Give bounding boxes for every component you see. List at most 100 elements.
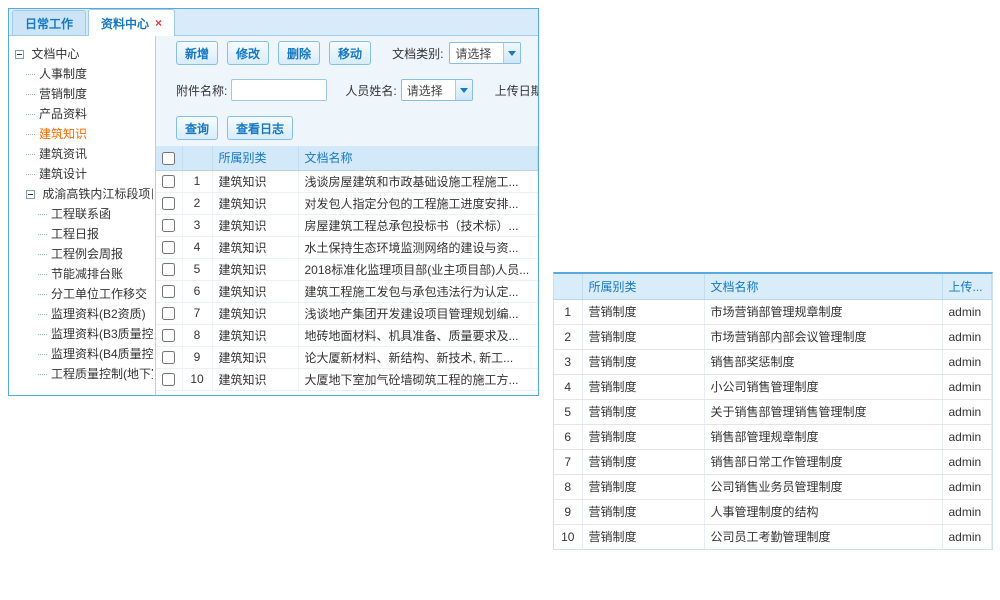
header-uploader: 上传... [942,274,992,299]
filter-row: 附件名称: 人员姓名: 请选择 上传日期 [176,79,538,101]
attachment-name-label: 附件名称: [176,82,227,99]
tree-dash [26,174,35,175]
header-index [182,146,212,170]
toolbar: 新增 修改 删除 移动 文档类别: 请选择 文档 [176,41,538,65]
document-center-window: 日常工作 资料中心 × 文档中心 人事制度 营销制度 产品资料 建筑知识 建筑资… [8,8,539,396]
tree-dash [26,114,35,115]
row-checkbox[interactable] [162,329,175,342]
table-row[interactable]: 4 建筑知识 水土保持生态环境监测网络的建设与资... [156,236,538,258]
tree-item-supervision-b2[interactable]: 监理资料(B2资质) [13,304,153,324]
table-row[interactable]: 10 营销制度 公司员工考勤管理制度 admin [554,524,992,549]
view-log-button[interactable]: 查看日志 [227,116,293,140]
table-row[interactable]: 7 营销制度 销售部日常工作管理制度 admin [554,449,992,474]
tree-item-building-design[interactable]: 建筑设计 [13,164,153,184]
tree-dash [38,294,47,295]
action-row: 查询 查看日志 [176,116,538,140]
row-checkbox[interactable] [162,351,175,364]
tree-item-building-knowledge[interactable]: 建筑知识 [13,124,153,144]
tab-data-center[interactable]: 资料中心 × [88,9,175,36]
row-checkbox[interactable] [162,197,175,210]
table-row[interactable]: 3 营销制度 销售部奖惩制度 admin [554,349,992,374]
table-row[interactable]: 6 建筑知识 建筑工程施工发包与承包违法行为认定... [156,280,538,302]
tree-dash [38,214,47,215]
table-row[interactable]: 7 建筑知识 浅谈地产集团开发建设项目管理规划编... [156,302,538,324]
tree-item-work-transfer[interactable]: 分工单位工作移交 [13,284,153,304]
header-index [554,274,582,299]
row-checkbox[interactable] [162,373,175,386]
tree-dash [38,254,47,255]
row-checkbox[interactable] [162,307,175,320]
table-header-row: 所属别类 文档名称 上传... [554,274,992,299]
table-row[interactable]: 9 营销制度 人事管理制度的结构 admin [554,499,992,524]
tree-item-personnel[interactable]: 人事制度 [13,64,153,84]
tab-label: 资料中心 [101,15,149,32]
tab-label: 日常工作 [25,15,73,32]
row-checkbox[interactable] [162,263,175,276]
tree-dash [38,334,47,335]
select-all-checkbox[interactable] [162,152,175,165]
attachment-name-input[interactable] [231,79,327,101]
collapse-icon[interactable] [26,190,35,199]
person-name-label: 人员姓名: [345,82,396,99]
table-row[interactable]: 6 营销制度 销售部管理规章制度 admin [554,424,992,449]
category-label: 文档类别: [392,45,443,62]
category-tree: 文档中心 人事制度 营销制度 产品资料 建筑知识 建筑资讯 建筑设计 成渝高铁内… [9,36,156,396]
tree-dash [26,94,35,95]
table-row[interactable]: 2 营销制度 市场营销部内部会议管理制度 admin [554,324,992,349]
edit-button[interactable]: 修改 [227,41,269,65]
table-row[interactable]: 5 建筑知识 2018标准化监理项目部(业主项目部)人员... [156,258,538,280]
category-select[interactable]: 请选择 [449,42,521,64]
tree-item-contact-letter[interactable]: 工程联系函 [13,204,153,224]
person-select[interactable]: 请选择 [401,79,473,101]
add-button[interactable]: 新增 [176,41,218,65]
window-body: 文档中心 人事制度 营销制度 产品资料 建筑知识 建筑资讯 建筑设计 成渝高铁内… [9,36,538,396]
table-row[interactable]: 8 营销制度 公司销售业务员管理制度 admin [554,474,992,499]
tree-item-daily-report[interactable]: 工程日报 [13,224,153,244]
chevron-down-icon [455,80,472,100]
document-table-wrap: 所属别类 文档名称 1 建筑知识 浅谈房屋建筑和市政基础设施工程施工... [156,146,538,396]
tree-item-supervision-b3[interactable]: 监理资料(B3质量控制) [13,324,153,344]
table-row[interactable]: 1 建筑知识 浅谈房屋建筑和市政基础设施工程施工... [156,170,538,192]
query-button[interactable]: 查询 [176,116,218,140]
header-category: 所属别类 [212,146,298,170]
tree-dash [26,134,35,135]
row-checkbox[interactable] [162,285,175,298]
header-doc-name: 文档名称 [298,146,538,170]
table-row[interactable]: 5 营销制度 关于销售部管理销售管理制度 admin [554,399,992,424]
table-row[interactable]: 2 建筑知识 对发包人指定分包的工程施工进度安排... [156,192,538,214]
tree-node-project[interactable]: 成渝高铁内江标段项目 [13,184,153,204]
tree-node-document-center[interactable]: 文档中心 [13,44,153,64]
tree-dash [38,314,47,315]
table-row[interactable]: 3 建筑知识 房屋建筑工程总承包投标书（技术标）... [156,214,538,236]
tree-dash [26,154,35,155]
tree-item-product[interactable]: 产品资料 [13,104,153,124]
table-header-row: 所属别类 文档名称 [156,146,538,170]
tree-item-building-news[interactable]: 建筑资讯 [13,144,153,164]
table-row[interactable]: 10 建筑知识 大厦地下室加气砼墙砌筑工程的施工方... [156,368,538,390]
collapse-icon[interactable] [15,50,24,59]
tree-item-quality-basement[interactable]: 工程质量控制(地下室) [13,364,153,384]
upload-date-label: 上传日期 [495,82,538,99]
row-checkbox[interactable] [162,175,175,188]
tree-dash [38,374,47,375]
table-row[interactable]: 9 建筑知识 论大厦新材料、新结构、新技术, 新工... [156,346,538,368]
chevron-down-icon [503,43,520,63]
row-checkbox[interactable] [162,241,175,254]
tree-item-energy-ledger[interactable]: 节能减排台账 [13,264,153,284]
header-category: 所属别类 [582,274,704,299]
tab-daily-work[interactable]: 日常工作 [12,10,86,35]
main-panel: 新增 修改 删除 移动 文档类别: 请选择 文档 附件名称: 人员姓名: 请选择 [156,36,538,396]
table-row[interactable]: 1 营销制度 市场营销部管理规章制度 admin [554,299,992,324]
move-button[interactable]: 移动 [329,41,371,65]
table-row[interactable]: 8 建筑知识 地砖地面材料、机具准备、质量要求及... [156,324,538,346]
table-row[interactable]: 4 营销制度 小公司销售管理制度 admin [554,374,992,399]
tree-item-weekly-report[interactable]: 工程例会周报 [13,244,153,264]
close-icon[interactable]: × [155,16,162,30]
tree-label: 文档中心 [31,47,79,61]
delete-button[interactable]: 删除 [278,41,320,65]
row-checkbox[interactable] [162,219,175,232]
tree-item-marketing[interactable]: 营销制度 [13,84,153,104]
tree-dash [26,74,35,75]
tree-item-supervision-b4[interactable]: 监理资料(B4质量控制) [13,344,153,364]
tab-bar: 日常工作 资料中心 × [9,9,538,36]
